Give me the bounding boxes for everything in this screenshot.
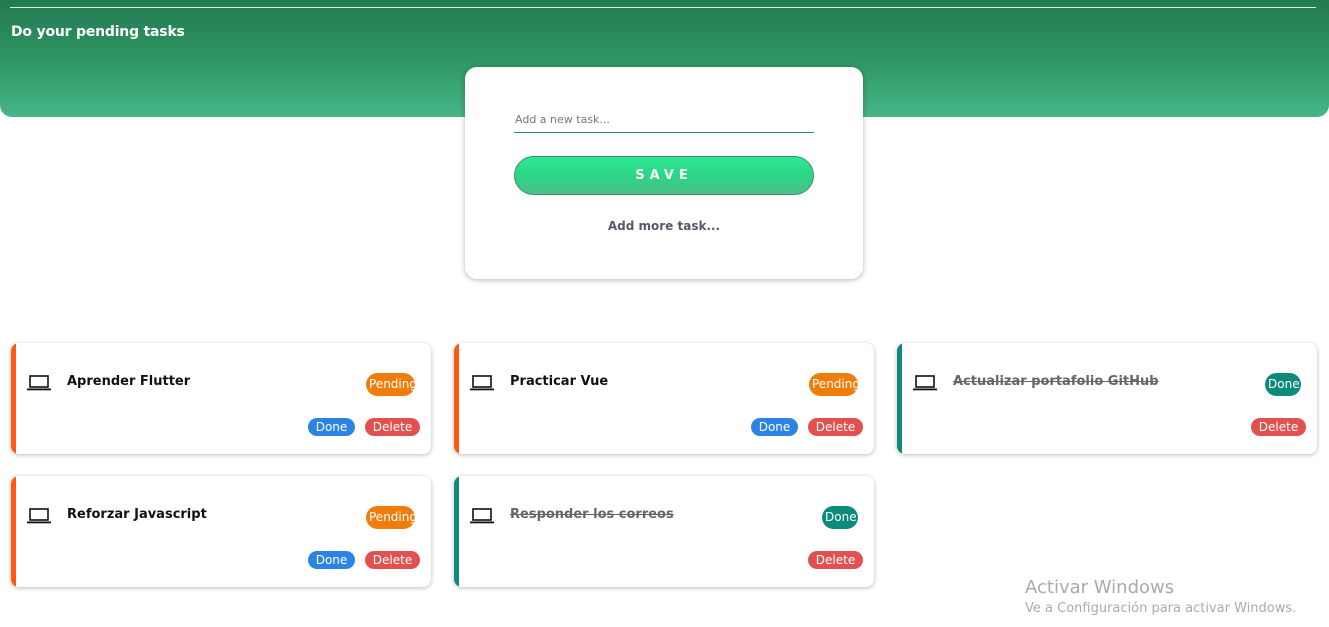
task-name: Practicar Vue	[510, 374, 609, 389]
windows-activation-watermark: Activar Windows Ve a Configuración para …	[1025, 577, 1296, 616]
task-card: Actualizar portafolio GitHub Done Delete	[897, 343, 1317, 454]
new-task-form-card: SAVE Add more task...	[465, 67, 863, 279]
delete-button[interactable]: Delete	[808, 418, 863, 436]
status-badge: Done	[1265, 373, 1301, 396]
laptop-icon	[27, 508, 51, 524]
page-title: Do your pending tasks	[11, 24, 185, 40]
header-divider	[10, 7, 1316, 8]
save-button[interactable]: SAVE	[514, 156, 814, 195]
task-card: Reforzar Javascript Pending Done Delete	[11, 476, 431, 587]
status-badge: Pending	[809, 373, 860, 396]
status-badge: Pending	[366, 373, 417, 396]
add-more-task-text: Add more task...	[607, 219, 721, 233]
mark-done-button[interactable]: Done	[308, 551, 355, 569]
task-name: Aprender Flutter	[67, 374, 191, 389]
status-badge: Pending	[366, 506, 417, 529]
task-card: Practicar Vue Pending Done Delete	[454, 343, 874, 454]
delete-button[interactable]: Delete	[365, 551, 420, 569]
delete-button[interactable]: Delete	[1251, 418, 1306, 436]
status-stripe	[11, 343, 16, 454]
status-badge: Done	[822, 506, 858, 529]
watermark-subtitle: Ve a Configuración para activar Windows.	[1025, 601, 1297, 616]
task-name: Reforzar Javascript	[67, 507, 207, 522]
new-task-input[interactable]	[514, 107, 814, 133]
laptop-icon	[470, 375, 494, 391]
laptop-icon	[27, 375, 51, 391]
status-stripe	[454, 476, 459, 587]
delete-button[interactable]: Delete	[808, 551, 863, 569]
status-stripe	[454, 343, 459, 454]
task-card: Responder los correos Done Delete	[454, 476, 874, 587]
task-card: Aprender Flutter Pending Done Delete	[11, 343, 431, 454]
mark-done-button[interactable]: Done	[308, 418, 355, 436]
delete-button[interactable]: Delete	[365, 418, 420, 436]
status-stripe	[11, 476, 16, 587]
laptop-icon	[470, 508, 494, 524]
mark-done-button[interactable]: Done	[751, 418, 798, 436]
task-name: Actualizar portafolio GitHub	[953, 374, 1159, 389]
status-stripe	[897, 343, 902, 454]
task-name: Responder los correos	[510, 507, 674, 522]
watermark-title: Activar Windows	[1025, 577, 1175, 598]
laptop-icon	[913, 375, 937, 391]
